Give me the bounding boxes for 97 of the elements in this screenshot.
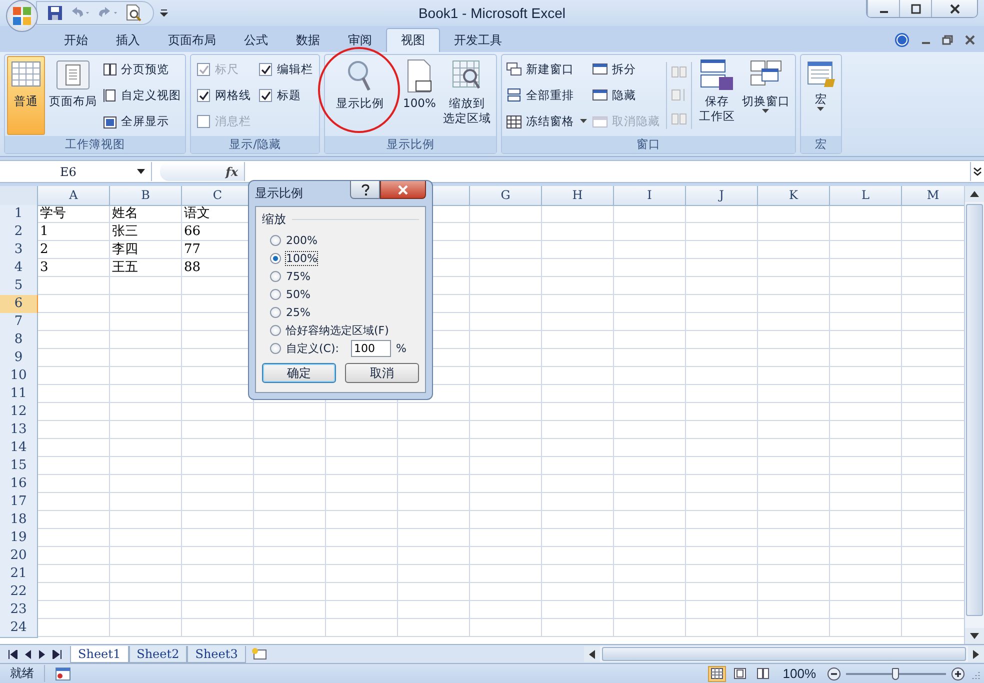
table-cell-text: 1 <box>39 223 50 241</box>
window-title: Book1 - Microsoft Excel <box>418 5 566 21</box>
row-header[interactable]: 5 <box>0 277 38 296</box>
row-header[interactable]: 20 <box>0 547 38 566</box>
row-header[interactable]: 4 <box>0 259 38 278</box>
table-cell-text: 77 <box>183 241 202 259</box>
row-header[interactable]: 22 <box>0 583 38 602</box>
table-cell-text: 王五 <box>111 259 139 277</box>
column-header[interactable]: I <box>614 186 686 206</box>
group-label: 显示比例 <box>325 136 496 153</box>
save-workspace-button[interactable]: 保存 工作区 <box>696 56 738 135</box>
ribbon-tab[interactable]: 插入 <box>102 28 154 52</box>
group-label: 工作簿视图 <box>5 136 185 153</box>
ribbon-tab[interactable]: 审阅 <box>334 28 386 52</box>
sheet-tab[interactable]: Sheet1 <box>70 646 129 662</box>
table-cell-text: 2 <box>39 241 50 259</box>
status-text: 就绪 <box>0 665 45 682</box>
column-header[interactable]: J <box>686 186 758 206</box>
radio-option[interactable]: 100% <box>270 252 318 264</box>
table-cell-text: 李四 <box>111 241 139 259</box>
row-header[interactable]: 23 <box>0 601 38 620</box>
row-header[interactable]: 7 <box>0 313 38 332</box>
table-cell-text: 88 <box>183 259 202 277</box>
group-label: 显示/隐藏 <box>191 136 319 153</box>
row-header[interactable]: 9 <box>0 349 38 368</box>
row-header[interactable]: 15 <box>0 457 38 476</box>
table-cell-text: 66 <box>183 223 202 241</box>
custom-zoom-field[interactable]: 100 <box>350 340 391 356</box>
page-layout-button[interactable]: 页面布局 <box>46 56 100 135</box>
row-header[interactable]: 10 <box>0 367 38 386</box>
split-button[interactable]: 拆分 <box>590 60 662 78</box>
checkbox[interactable]: 标题 <box>259 88 313 103</box>
row-header[interactable]: 6 <box>0 295 38 314</box>
ribbon-tab[interactable]: 页面布局 <box>154 28 230 52</box>
radio-option[interactable]: 50% <box>270 288 310 300</box>
zoom-level-text[interactable]: 100% <box>782 666 816 681</box>
column-header[interactable]: K <box>758 186 830 206</box>
column-header[interactable]: M <box>902 186 964 206</box>
ribbon-tab[interactable]: 开始 <box>50 28 102 52</box>
row-header[interactable]: 2 <box>0 223 38 242</box>
column-header[interactable]: L <box>830 186 902 206</box>
percent-sign: % <box>396 342 406 354</box>
group-label: 窗口 <box>502 136 795 153</box>
full-screen-button[interactable]: 全屏显示 <box>101 113 183 130</box>
radio-option[interactable]: 200% <box>270 234 318 246</box>
cancel-button[interactable]: 取消 <box>345 363 419 383</box>
radio-option[interactable]: 恰好容纳选定区域(F) <box>270 322 389 338</box>
arrange-all-button[interactable]: 全部重排 <box>504 86 589 104</box>
column-header[interactable]: G <box>470 186 542 206</box>
zoom-to-selection-button[interactable]: 缩放到 选定区域 <box>440 56 494 135</box>
row-header[interactable]: 24 <box>0 619 38 638</box>
group-label: 缩放 <box>262 211 286 228</box>
checkbox[interactable]: 编辑栏 <box>259 62 313 77</box>
row-header[interactable]: 1 <box>0 205 38 224</box>
ribbon-tab[interactable]: 视图 <box>386 28 440 52</box>
page-break-preview-button[interactable]: 分页预览 <box>101 60 183 78</box>
column-header[interactable]: A <box>38 186 110 206</box>
column-header[interactable]: H <box>542 186 614 206</box>
freeze-panes-button[interactable]: 冻结窗格 <box>504 113 589 130</box>
row-header[interactable]: 19 <box>0 529 38 548</box>
row-header[interactable]: 17 <box>0 493 38 512</box>
checkbox[interactable]: 网格线 <box>197 88 251 103</box>
custom-views-button[interactable]: 自定义视图 <box>101 86 183 104</box>
table-cell-text: 3 <box>39 259 50 277</box>
zoom-100-button[interactable]: 100% <box>400 56 439 135</box>
column-header[interactable]: B <box>110 186 182 206</box>
table-cell-text: 学号 <box>39 205 67 223</box>
row-header[interactable]: 12 <box>0 403 38 422</box>
insert-function-button[interactable]: fx <box>226 164 238 178</box>
table-cell-text: 张三 <box>111 223 139 241</box>
row-header[interactable]: 8 <box>0 331 38 350</box>
radio-option[interactable]: 自定义(C): <box>270 340 339 356</box>
row-header[interactable]: 13 <box>0 421 38 440</box>
new-window-button[interactable]: 新建窗口 <box>504 60 589 78</box>
row-header[interactable]: 21 <box>0 565 38 584</box>
switch-windows-button[interactable]: 切换窗口 <box>738 56 793 135</box>
row-header[interactable]: 11 <box>0 385 38 404</box>
ribbon-tab[interactable]: 开发工具 <box>440 28 516 52</box>
sheet-tab[interactable]: Sheet3 <box>187 646 246 662</box>
table-cell-text: 语文 <box>183 205 211 223</box>
table-cell-text: 姓名 <box>111 205 139 223</box>
ribbon-tab[interactable]: 公式 <box>230 28 282 52</box>
group-label: 宏 <box>800 136 841 153</box>
name-box[interactable]: E6 <box>0 162 152 181</box>
sheet-tab[interactable]: Sheet2 <box>128 646 188 662</box>
macros-button[interactable]: 宏 <box>802 56 839 135</box>
dialog-title: 显示比例 <box>255 185 303 202</box>
row-header[interactable]: 14 <box>0 439 38 458</box>
normal-view-button[interactable]: 普通 <box>7 56 45 135</box>
hide-button[interactable]: 隐藏 <box>590 86 662 104</box>
radio-option[interactable]: 75% <box>270 270 310 282</box>
ok-button[interactable]: 确定 <box>262 363 336 383</box>
row-header[interactable]: 18 <box>0 511 38 530</box>
row-header[interactable]: 3 <box>0 241 38 260</box>
ribbon-tab[interactable]: 数据 <box>282 28 334 52</box>
row-header[interactable]: 16 <box>0 475 38 494</box>
radio-option[interactable]: 25% <box>270 306 310 318</box>
